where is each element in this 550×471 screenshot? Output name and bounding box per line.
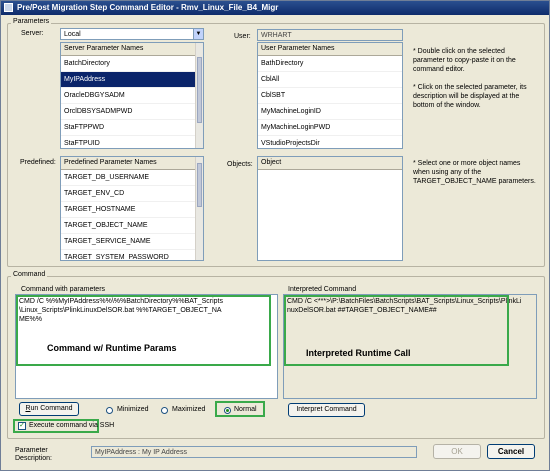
list-item[interactable]: MyMachineLoginPWD [258, 120, 402, 136]
command-with-params-label: Command with parameters [21, 286, 106, 293]
objects-label: Objects: [227, 161, 253, 168]
run-command-button[interactable]: Run Command [19, 402, 79, 416]
scroll-thumb[interactable] [197, 57, 202, 123]
command-group-label: Command [11, 271, 48, 278]
interpret-command-button[interactable]: Interpret Command [288, 403, 365, 417]
server-label: Server: [21, 30, 44, 37]
ok-button[interactable]: OK [433, 444, 481, 459]
user-field-value: WRHART [261, 32, 292, 39]
ssh-checkbox[interactable]: ✓ [18, 422, 26, 430]
list-item[interactable]: MyMachineLoginID [258, 104, 402, 120]
param-description-value: MyIPAddress : My IP Address [95, 449, 187, 456]
predefined-label: Predefined: [20, 159, 56, 166]
run-command-button-label: un Command [30, 405, 73, 412]
param-description-label: Parameter Description: [15, 447, 52, 462]
app-icon [4, 3, 13, 12]
server-combo[interactable]: Local ▼ [60, 28, 204, 40]
callout-interpreted-runtime-call: Interpreted Runtime Call [306, 348, 411, 358]
minimized-radio-label[interactable]: Minimized [117, 406, 149, 413]
server-params-list[interactable]: Server Parameter Names BatchDirectory My… [60, 42, 204, 149]
objects-list[interactable]: Object [257, 156, 403, 261]
normal-radio-label[interactable]: Normal [234, 406, 257, 413]
param-description-field: MyIPAddress : My IP Address [91, 446, 417, 458]
chevron-down-icon[interactable]: ▼ [193, 29, 203, 39]
server-params-scrollbar[interactable] [195, 43, 203, 148]
maximized-radio[interactable] [161, 407, 168, 414]
radio-selected-dot [226, 409, 229, 412]
list-item[interactable]: CblAll [258, 72, 402, 88]
command-params-callout-box [16, 295, 271, 366]
user-field: WRHART [257, 29, 403, 41]
list-item[interactable]: TARGET_OBJECT_NAME [61, 218, 203, 234]
list-item[interactable]: CblSBT [258, 88, 402, 104]
cancel-button[interactable]: Cancel [487, 444, 535, 459]
list-item[interactable]: TARGET_DB_USERNAME [61, 170, 203, 186]
window-title: Pre/Post Migration Step Command Editor -… [17, 3, 279, 12]
list-item-selected[interactable]: MyIPAddress [61, 72, 203, 88]
list-item[interactable]: TARGET_HOSTNAME [61, 202, 203, 218]
callout-command-runtime-params: Command w/ Runtime Params [47, 343, 177, 353]
user-params-header[interactable]: User Parameter Names [258, 43, 402, 56]
maximized-radio-label[interactable]: Maximized [172, 406, 205, 413]
predefined-params-list[interactable]: Predefined Parameter Names TARGET_DB_USE… [60, 156, 204, 261]
server-params-header[interactable]: Server Parameter Names [61, 43, 203, 56]
note-objects: * Select one or more object names when u… [413, 160, 536, 185]
list-item[interactable]: TARGET_SYSTEM_PASSWORD [61, 250, 203, 260]
parameters-group-label: Parameters [11, 18, 52, 25]
ssh-checkbox-label[interactable]: Execute command via SSH [29, 422, 114, 429]
list-item[interactable]: TARGET_ENV_CD [61, 186, 203, 202]
minimized-radio[interactable] [106, 407, 113, 414]
note-description: * Click on the selected parameter, its d… [413, 84, 527, 109]
note-copy-paste: * Double click on the selected parameter… [413, 48, 516, 73]
predefined-params-header[interactable]: Predefined Parameter Names [61, 157, 203, 170]
normal-radio[interactable] [224, 407, 231, 414]
user-label: User: [234, 33, 251, 40]
user-params-list[interactable]: User Parameter Names BathDirectory CblAl… [257, 42, 403, 149]
list-item[interactable]: OrclDBSYSADMPWD [61, 104, 203, 120]
list-item[interactable]: StaFTPUID [61, 136, 203, 148]
scroll-thumb[interactable] [197, 163, 202, 207]
interpreted-command-label: Interpreted Command [288, 286, 357, 293]
title-bar[interactable]: Pre/Post Migration Step Command Editor -… [1, 1, 549, 15]
command-editor-window: Pre/Post Migration Step Command Editor -… [0, 0, 550, 471]
objects-header[interactable]: Object [258, 157, 402, 170]
list-item[interactable]: BatchDirectory [61, 56, 203, 72]
server-combo-value: Local [64, 31, 81, 38]
list-item[interactable]: TARGET_SERVICE_NAME [61, 234, 203, 250]
list-item[interactable]: StaFTPPWD [61, 120, 203, 136]
predefined-params-scrollbar[interactable] [195, 157, 203, 260]
list-item[interactable]: OracleDBGYSADM [61, 88, 203, 104]
list-item[interactable]: VStudioProjectsDir [258, 136, 402, 148]
list-item[interactable]: BathDirectory [258, 56, 402, 72]
